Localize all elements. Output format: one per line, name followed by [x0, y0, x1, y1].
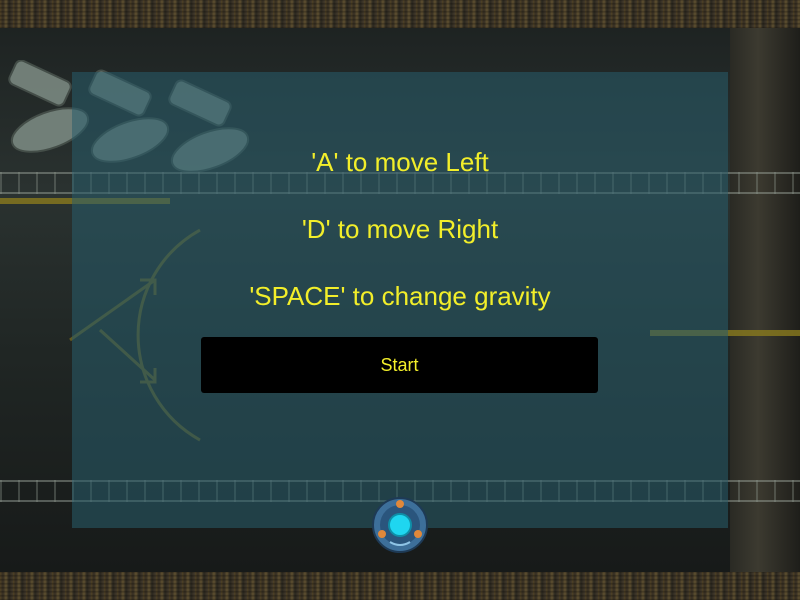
instruction-move-right: 'D' to move Right [301, 214, 499, 244]
player-orb-icon [372, 497, 428, 553]
top-rust-border [0, 0, 800, 28]
instruction-change-gravity: 'SPACE' to change gravity [249, 281, 551, 311]
bottom-rust-border [0, 572, 800, 600]
start-button[interactable]: Start [201, 337, 598, 393]
instruction-move-left: 'A' to move Left [311, 147, 489, 177]
game-screen: 'A' to move Left 'D' to move Right 'SPAC… [0, 0, 800, 600]
